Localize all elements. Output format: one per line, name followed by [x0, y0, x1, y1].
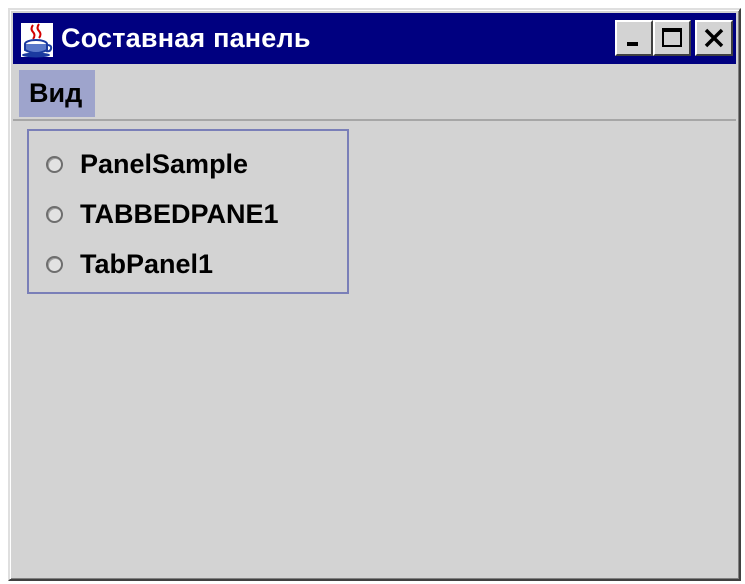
menu-view-label: Вид — [29, 78, 83, 108]
close-icon — [704, 28, 724, 48]
minimize-icon — [627, 42, 638, 46]
radio-button-icon — [46, 255, 63, 273]
menu-item-label: PanelSample — [80, 148, 249, 179]
menu-item-label: TABBEDPANE1 — [80, 198, 279, 229]
window-title: Составная панель — [61, 23, 311, 53]
minimize-button[interactable] — [615, 20, 653, 56]
view-menu-popup: PanelSample TABBEDPANE1 TabPanel1 — [27, 129, 349, 294]
menu-item-label: TabPanel1 — [80, 248, 214, 279]
application-window: Составная панель Вид PanelSample TABBEDP… — [8, 8, 741, 581]
maximize-icon — [662, 28, 682, 47]
menu-item-tabbedpane1[interactable]: TABBEDPANE1 — [29, 191, 347, 237]
maximize-button[interactable] — [653, 20, 691, 56]
menu-bar: Вид — [13, 64, 736, 121]
title-bar[interactable]: Составная панель — [13, 13, 736, 64]
radio-button-icon — [46, 205, 63, 223]
menu-item-panelsample[interactable]: PanelSample — [29, 141, 347, 187]
java-coffee-cup-icon — [19, 19, 55, 59]
menu-view[interactable]: Вид — [19, 70, 96, 117]
close-button[interactable] — [695, 20, 733, 56]
menu-item-tabpanel1[interactable]: TabPanel1 — [29, 241, 347, 287]
window-controls — [615, 20, 733, 56]
radio-button-icon — [46, 155, 63, 173]
